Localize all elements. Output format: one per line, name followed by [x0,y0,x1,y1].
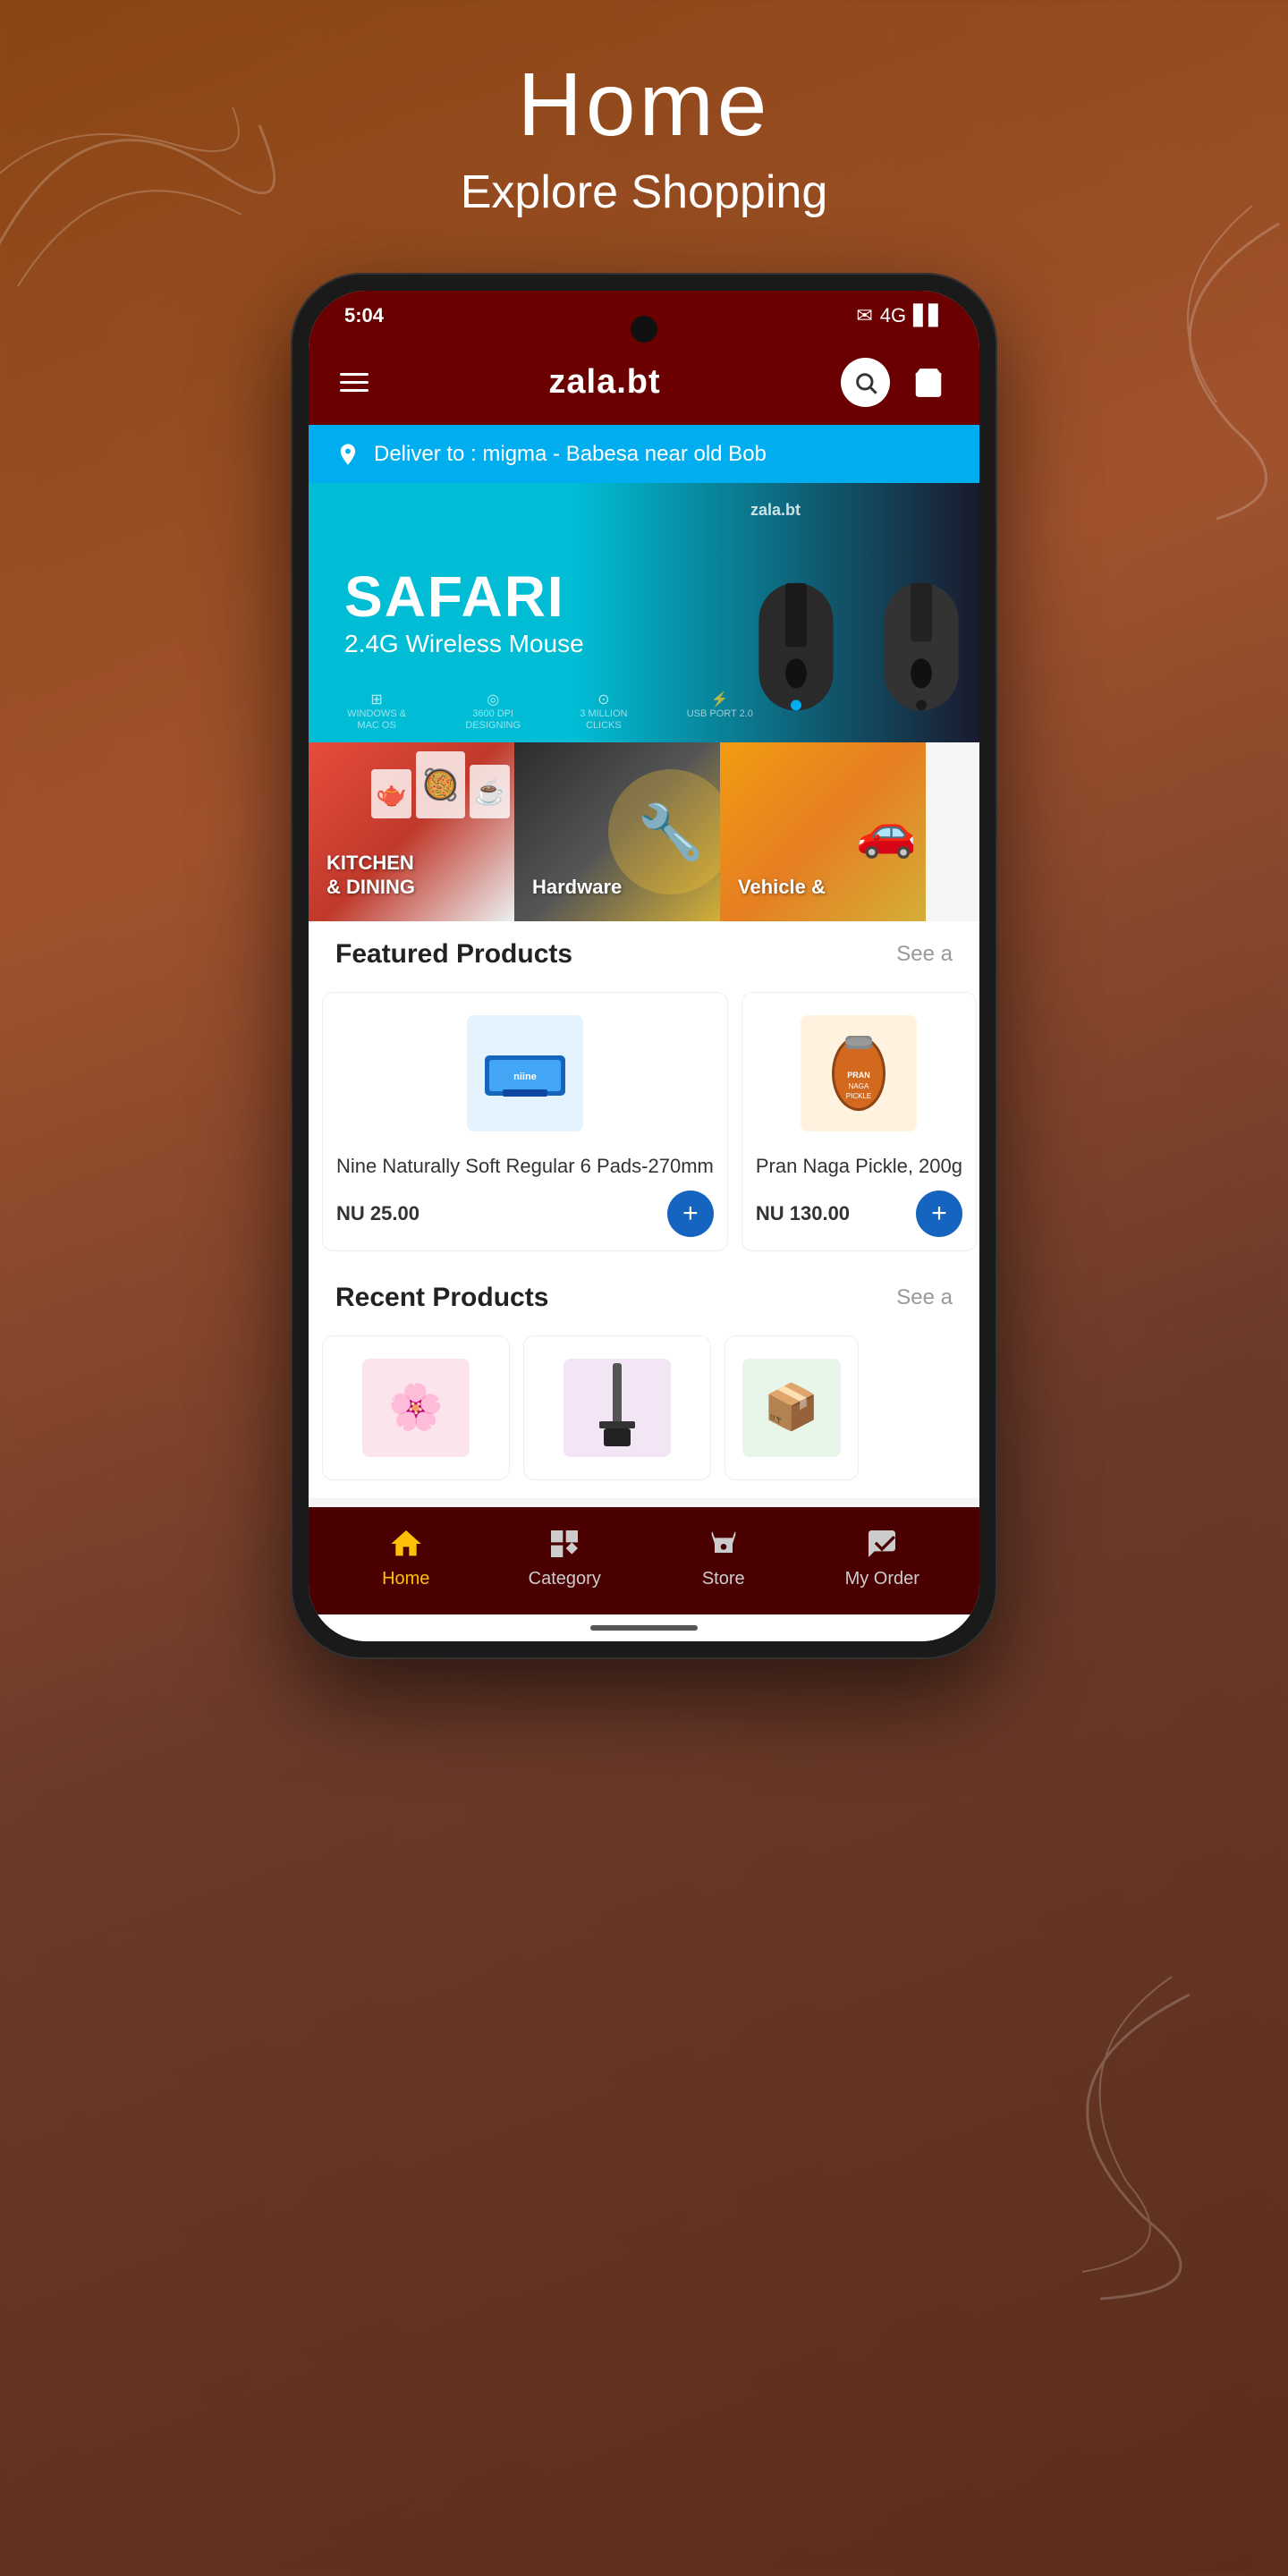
scroll-content[interactable]: Deliver to : migma - Babesa near old Bob… [309,425,979,1507]
delivery-address: migma - Babesa near old Bob [482,442,767,466]
category-icon [547,1526,582,1562]
banner-section: SAFARI 2.4G Wireless Mouse zala.bt [309,483,979,742]
featured-section-header: Featured Products See a [309,921,979,979]
nav-item-store[interactable]: Store [679,1526,768,1589]
camera-notch [631,316,657,343]
delivery-label: Deliver to : [374,442,477,466]
svg-text:PRAN: PRAN [848,1071,871,1080]
product-card-1[interactable]: niine Nine Naturally Soft Regular 6 Pads… [322,992,728,1251]
app-header: zala.bt [309,340,979,425]
status-icons: ✉ 4G ▋▋ [856,304,944,327]
signal-icon: ▋▋ [913,304,944,327]
recent-img-1: 🌸 [336,1350,496,1466]
status-time: 5:04 [344,304,384,327]
notification-icon: ✉ [856,304,872,327]
recent-img-2 [538,1350,697,1466]
product-price-row-1: NU 25.00 + [336,1191,714,1237]
feature-windows: ⊞ WINDOWS &MAC OS [347,691,406,732]
menu-line-2 [340,381,369,384]
feature-dpi: ◎ 3600 DPIDESIGNING [465,691,521,732]
category-label-hardware: Hardware [532,876,622,899]
nav-label-my-order: My Order [845,1569,919,1589]
vehicle-visual: 🚗 [856,803,917,861]
category-label-kitchen: KITCHEN& DINING [326,852,415,899]
svg-text:PICKLE: PICKLE [846,1092,871,1100]
cart-button[interactable] [908,362,948,402]
header-actions [841,358,948,407]
featured-products-row[interactable]: niine Nine Naturally Soft Regular 6 Pads… [309,979,979,1265]
kitchen-items-visual: 🫖 🥘 ☕ [371,751,510,818]
banner-features: ⊞ WINDOWS &MAC OS ◎ 3600 DPIDESIGNING ⊙ … [318,691,783,732]
recent-image-1: 🌸 [362,1359,470,1457]
product-price-2: NU 130.00 [756,1202,850,1225]
phone-container: 5:04 ✉ 4G ▋▋ zala.bt [291,273,997,1659]
svg-text:NAGA: NAGA [849,1082,869,1090]
recent-title: Recent Products [335,1283,548,1313]
page-title: Home [461,54,828,157]
menu-line-1 [340,373,369,376]
hardware-visual: 🔧 [608,769,720,894]
search-button[interactable] [841,358,890,407]
nav-item-my-order[interactable]: My Order [837,1526,927,1589]
phone-frame: 5:04 ✉ 4G ▋▋ zala.bt [291,273,997,1659]
page-title-section: Home Explore Shopping [461,54,828,219]
home-indicator-bar [590,1625,698,1631]
banner-brand: SAFARI [344,568,584,625]
feature-usb: ⚡ USB PORT 2.0 [687,691,753,732]
store-icon [706,1526,741,1562]
add-to-cart-2[interactable]: + [916,1191,962,1237]
nav-label-store: Store [702,1569,745,1589]
phone-screen: 5:04 ✉ 4G ▋▋ zala.bt [309,291,979,1641]
feature-clicks: ⊙ 3 MILLIONCLICKS [580,691,627,732]
my-order-icon [864,1526,900,1562]
delivery-text: Deliver to : migma - Babesa near old Bob [374,442,767,467]
category-row[interactable]: KITCHEN& DINING 🫖 🥘 ☕ Hardware 🔧 [309,742,979,921]
featured-see-all[interactable]: See a [896,942,953,967]
recent-image-2 [564,1359,671,1457]
banner-logo-small: zala.bt [750,501,801,520]
banner-text-area: SAFARI 2.4G Wireless Mouse [344,568,584,658]
featured-title: Featured Products [335,939,572,970]
add-to-cart-1[interactable]: + [667,1191,714,1237]
product-name-1: Nine Naturally Soft Regular 6 Pads-270mm [336,1154,714,1180]
nav-item-category[interactable]: Category [520,1526,609,1589]
bottom-nav: Home Category Store [309,1507,979,1614]
home-indicator [309,1614,979,1641]
product-img-2: PRAN NAGA PICKLE [756,1006,962,1140]
product-price-row-2: NU 130.00 + [756,1191,962,1237]
delivery-bar: Deliver to : migma - Babesa near old Bob [309,425,979,483]
svg-text:niine: niine [513,1072,537,1082]
mouse-2-icon [863,572,979,742]
category-label-vehicle: Vehicle & [738,876,826,899]
nav-item-home[interactable]: Home [361,1526,451,1589]
recent-section-header: Recent Products See a [309,1265,979,1322]
product-card-2[interactable]: PRAN NAGA PICKLE Pran Naga Pickle, 200g … [741,992,977,1251]
recent-card-2[interactable] [523,1335,711,1480]
product-price-1: NU 25.00 [336,1202,419,1225]
home-icon [388,1526,424,1562]
menu-button[interactable] [340,373,369,392]
location-icon [335,442,360,467]
page-subtitle: Explore Shopping [461,165,828,219]
recent-see-all[interactable]: See a [896,1285,953,1310]
banner-subtitle: 2.4G Wireless Mouse [344,630,584,658]
category-card-kitchen[interactable]: KITCHEN& DINING 🫖 🥘 ☕ [309,742,514,921]
category-card-vehicle[interactable]: Vehicle & 🚗 [720,742,926,921]
product-image-nine: niine [467,1015,583,1131]
recent-img-3: 📦 [739,1350,844,1466]
product-img-1: niine [336,1006,714,1140]
menu-line-3 [340,389,369,392]
recent-image-3: 📦 [742,1359,841,1457]
recent-card-1[interactable]: 🌸 [322,1335,510,1480]
nav-label-home: Home [382,1569,429,1589]
product-name-2: Pran Naga Pickle, 200g [756,1154,962,1180]
recent-card-3[interactable]: 📦 [724,1335,859,1480]
recent-products-row[interactable]: 🌸 [309,1322,979,1498]
network-label: 4G [880,304,906,327]
nav-label-category: Category [529,1569,601,1589]
category-card-hardware[interactable]: Hardware 🔧 [514,742,720,921]
product-image-pickle: PRAN NAGA PICKLE [801,1015,917,1131]
app-logo: zala.bt [548,363,660,402]
